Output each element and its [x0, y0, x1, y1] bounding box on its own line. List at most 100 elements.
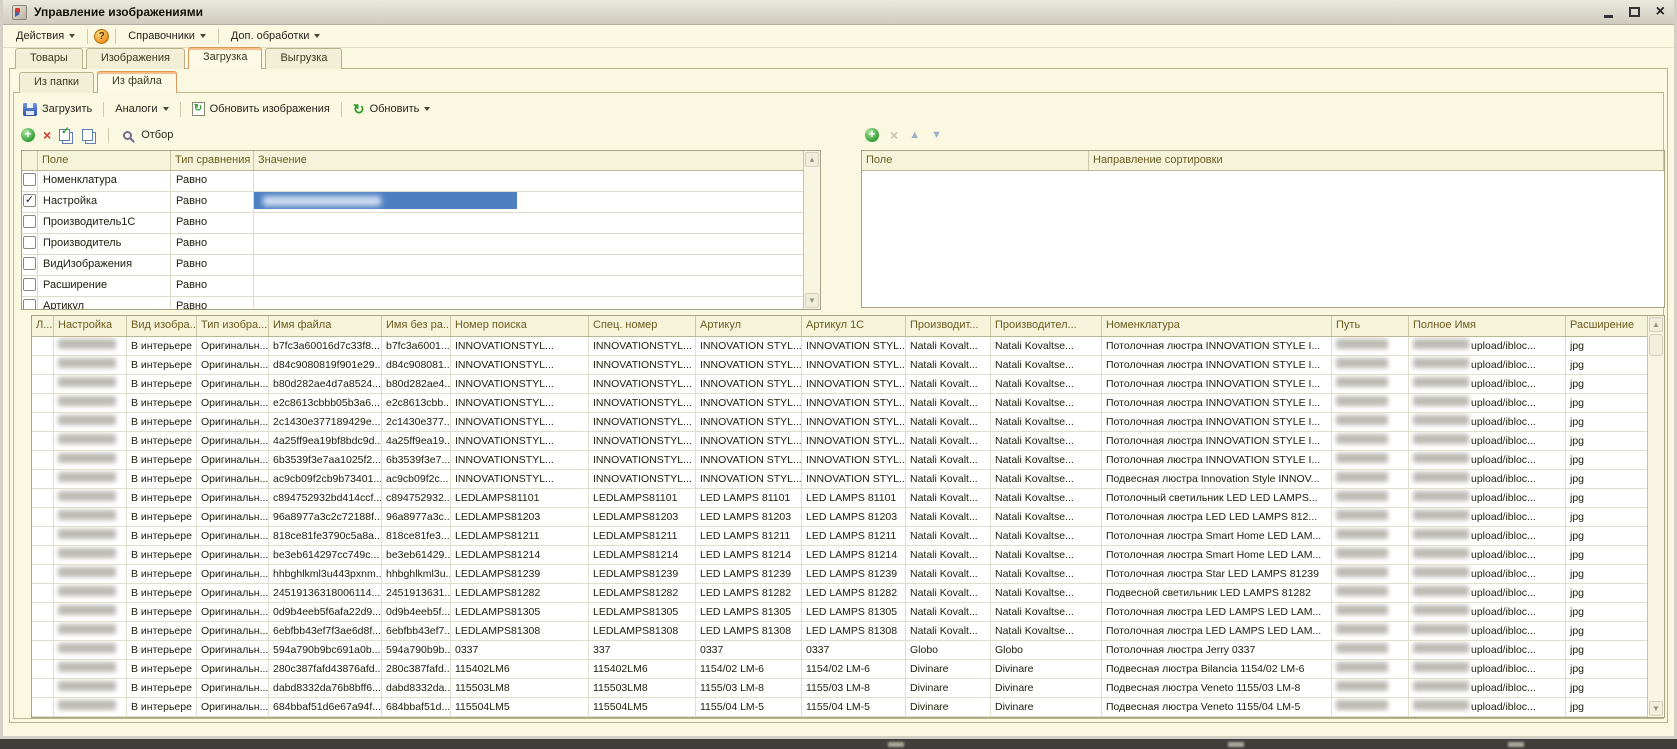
cell[interactable]	[54, 413, 127, 431]
cell[interactable]: LED LAMPS 81203	[696, 508, 802, 526]
cell[interactable]: jpg	[1566, 432, 1649, 450]
analogs-button[interactable]: Аналоги	[112, 102, 171, 116]
cell[interactable]: Оригинальн...	[197, 394, 269, 412]
cell[interactable]: Natali Kovalt...	[906, 413, 991, 431]
cell[interactable]: b7fc3a6001...	[382, 337, 451, 355]
refresh-button[interactable]: Обновить	[350, 101, 434, 117]
cell[interactable]: INNOVATIONSTYL...	[589, 356, 696, 374]
move-down-icon[interactable]	[931, 128, 942, 142]
cell[interactable]: jpg	[1566, 375, 1649, 393]
cell[interactable]: Подвесная люстра Veneto 1155/03 LM-8	[1102, 679, 1332, 697]
cell[interactable]: LEDLAMPS81101	[589, 489, 696, 507]
cell[interactable]	[1332, 508, 1409, 526]
column-header[interactable]: Расширение	[1566, 316, 1649, 336]
cell[interactable]: jpg	[1566, 641, 1649, 659]
cell[interactable]: jpg	[1566, 546, 1649, 564]
cell[interactable]: INNOVATION STYL...	[696, 413, 802, 431]
cell[interactable]: Divinare	[906, 660, 991, 678]
cell[interactable]: INNOVATIONSTYL...	[589, 451, 696, 469]
cell[interactable]: 594a790b9bc691a0b...	[269, 641, 382, 659]
cell[interactable]	[54, 622, 127, 640]
cell[interactable]: 2c1430e377...	[382, 413, 451, 431]
cell[interactable]	[32, 565, 54, 583]
cell[interactable]: jpg	[1566, 698, 1649, 716]
cell[interactable]: jpg	[1566, 337, 1649, 355]
cell[interactable]: upload/ibloc...	[1409, 641, 1566, 659]
filter-row[interactable]: РасширениеРавно	[22, 276, 820, 297]
column-header[interactable]: Тип сравнения	[171, 151, 254, 170]
cell[interactable]: Natali Kovalt...	[906, 337, 991, 355]
cell[interactable]: LEDLAMPS81101	[451, 489, 589, 507]
tab-from-file[interactable]: Из файла	[97, 71, 177, 93]
cell[interactable]: Потолочная люстра INNOVATION STYLE I...	[1102, 413, 1332, 431]
cell[interactable]: В интерьере	[127, 413, 197, 431]
cell[interactable]	[1332, 546, 1409, 564]
cell[interactable]: ac9cb09f2c...	[382, 470, 451, 488]
filter-field-cell[interactable]: ВидИзображения	[38, 255, 171, 275]
cell[interactable]: be3eb61429...	[382, 546, 451, 564]
table-row[interactable]: В интерьереОригинальн...4a25ff9ea19bf8bd…	[32, 432, 1664, 451]
cell[interactable]: Natali Kovalt...	[906, 489, 991, 507]
tab-goods[interactable]: Товары	[15, 48, 83, 69]
cell[interactable]: LED LAMPS 81282	[802, 584, 906, 602]
cell[interactable]	[32, 489, 54, 507]
cell[interactable]	[54, 394, 127, 412]
table-row[interactable]: В интерьереОригинальн...2c1430e377189429…	[32, 413, 1664, 432]
cell[interactable]: В интерьере	[127, 489, 197, 507]
cell[interactable]: LEDLAMPS81214	[451, 546, 589, 564]
column-header[interactable]: Производит...	[906, 316, 991, 336]
column-header[interactable]: Путь	[1332, 316, 1409, 336]
cell[interactable]	[54, 546, 127, 564]
cell[interactable]	[54, 508, 127, 526]
cell[interactable]: Потолочная люстра INNOVATION STYLE I...	[1102, 451, 1332, 469]
cell[interactable]: LEDLAMPS81282	[589, 584, 696, 602]
cell[interactable]	[54, 603, 127, 621]
cell[interactable]: jpg	[1566, 603, 1649, 621]
cell[interactable]: Natali Kovaltse...	[991, 508, 1102, 526]
cell[interactable]: LEDLAMPS81211	[451, 527, 589, 545]
cell[interactable]: 6ebfbb43ef7...	[382, 622, 451, 640]
cell[interactable]: Оригинальн...	[197, 489, 269, 507]
tab-unload[interactable]: Выгрузка	[265, 48, 342, 69]
cell[interactable]: LEDLAMPS81282	[451, 584, 589, 602]
cell[interactable]	[1332, 679, 1409, 697]
cell[interactable]: Оригинальн...	[197, 565, 269, 583]
cell[interactable]	[32, 508, 54, 526]
cell[interactable]: 115503LM8	[451, 679, 589, 697]
cell[interactable]	[1332, 470, 1409, 488]
tab-from-folder[interactable]: Из папки	[19, 72, 94, 93]
table-row[interactable]: В интерьереОригинальн...d84c9080819f901e…	[32, 356, 1664, 375]
cell[interactable]: 1154/02 LM-6	[802, 660, 906, 678]
cell[interactable]: Natali Kovalt...	[906, 622, 991, 640]
cell[interactable]: Natali Kovalt...	[906, 394, 991, 412]
cell[interactable]: jpg	[1566, 660, 1649, 678]
cell[interactable]	[1332, 356, 1409, 374]
scroll-thumb[interactable]	[1649, 334, 1663, 356]
cell[interactable]: upload/ibloc...	[1409, 584, 1566, 602]
column-header[interactable]: Спец. номер	[589, 316, 696, 336]
cell[interactable]: LED LAMPS 81239	[802, 565, 906, 583]
cell[interactable]: INNOVATIONSTYL...	[589, 413, 696, 431]
cell[interactable]: Natali Kovalt...	[906, 603, 991, 621]
cell[interactable]: 280c387fafd43876afd...	[269, 660, 382, 678]
cell[interactable]: Natali Kovaltse...	[991, 565, 1102, 583]
cell[interactable]: 1155/03 LM-8	[802, 679, 906, 697]
cell[interactable]: upload/ibloc...	[1409, 470, 1566, 488]
cell[interactable]: LEDLAMPS81308	[451, 622, 589, 640]
cell[interactable]: upload/ibloc...	[1409, 622, 1566, 640]
column-header[interactable]: Поле	[862, 151, 1089, 170]
filter-comparison-cell[interactable]: Равно	[171, 297, 254, 310]
cell[interactable]: jpg	[1566, 527, 1649, 545]
cell[interactable]: В интерьере	[127, 622, 197, 640]
cell[interactable]: upload/ibloc...	[1409, 698, 1566, 716]
cell[interactable]: 115402LM6	[589, 660, 696, 678]
cell[interactable]: upload/ibloc...	[1409, 413, 1566, 431]
cell[interactable]	[32, 470, 54, 488]
cell[interactable]: LEDLAMPS81239	[451, 565, 589, 583]
cell[interactable]	[54, 527, 127, 545]
cell[interactable]: 337	[589, 641, 696, 659]
cell[interactable]: INNOVATION STYL...	[802, 413, 906, 431]
table-row[interactable]: В интерьереОригинальн...hhbghlkml3u443px…	[32, 565, 1664, 584]
cell[interactable]: LED LAMPS 81101	[696, 489, 802, 507]
table-row[interactable]: В интерьереОригинальн...6b3539f3e7aa1025…	[32, 451, 1664, 470]
